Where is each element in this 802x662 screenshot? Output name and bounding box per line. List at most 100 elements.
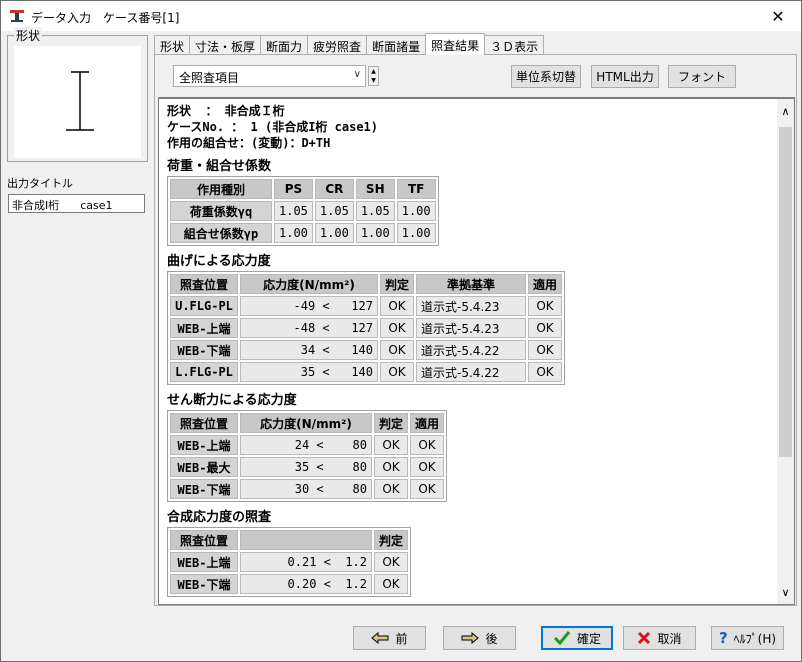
cell: 1.00 [396, 201, 436, 221]
table-row: WEB-上端 0.21 < 1.2 OK [170, 552, 409, 572]
header-shape: 形状 ： 非合成Ｉ桁 [167, 104, 285, 118]
cell: OK [528, 340, 563, 360]
cell: 1.00 [396, 223, 436, 243]
table-header-row: 照査位置 判定 [170, 530, 409, 550]
font-button[interactable]: フォント [668, 65, 736, 88]
scroll-up-icon[interactable]: ∧ [777, 105, 794, 118]
row-label: 組合せ係数γp [170, 223, 272, 243]
html-output-button[interactable]: HTML出力 [591, 65, 659, 88]
cell: 1.05 [355, 201, 395, 221]
tab-shape[interactable]: 形状 [154, 35, 191, 55]
cell: 34 < 140 [240, 340, 378, 360]
cell: 1.00 [355, 223, 395, 243]
load-factor-table: 作用種別 PS CR SH TF 荷重係数γq 1.05 1.05 1.05 1… [167, 176, 439, 246]
column-header: 判定 [380, 274, 415, 294]
cell: 1.00 [314, 223, 354, 243]
check-item-select-value: 全照査項目 [179, 71, 240, 85]
unit-switch-button[interactable]: 単位系切替 [511, 65, 581, 88]
cell: OK [374, 552, 409, 572]
table-row: WEB-下端 0.20 < 1.2 OK [170, 574, 409, 594]
shape-label: 形状 [14, 27, 43, 44]
cancel-button-label: 取消 [657, 631, 682, 646]
app-icon [10, 10, 24, 22]
cell: 1.05 [314, 201, 354, 221]
column-header: 判定 [374, 413, 409, 433]
spin-button[interactable]: ▲ ▼ [368, 66, 379, 86]
prev-button-label: 前 [395, 631, 408, 646]
row-label: L.FLG-PL [170, 362, 238, 382]
vertical-scrollbar[interactable]: ∧ ∨ [777, 99, 794, 604]
help-button[interactable]: ? ﾍﾙﾌﾟ(H) [711, 626, 784, 650]
x-mark-icon [638, 631, 651, 645]
output-title-field[interactable]: 非合成I桁 case1 [8, 194, 145, 213]
results-view[interactable]: 形状 ： 非合成Ｉ桁 ケースNo. ： 1 (非合成I桁 case1) 作用の組… [158, 97, 795, 605]
cell: -49 < 127 [240, 296, 378, 316]
help-icon: ? [718, 629, 728, 647]
dialog-window: データ入力 ケース番号[1] ✕ 形状 出力タイトル 非合成I桁 case1 形… [0, 0, 802, 662]
tab-section-properties[interactable]: 断面諸量 [366, 35, 427, 55]
column-header: 適用 [528, 274, 563, 294]
close-button[interactable]: ✕ [755, 1, 801, 31]
cell: 道示式-5.4.23 [416, 318, 527, 338]
column-header: 照査位置 [170, 274, 238, 294]
next-button-label: 後 [485, 631, 498, 646]
scroll-thumb[interactable] [779, 127, 792, 457]
hand-right-icon [461, 632, 480, 644]
cell: OK [380, 362, 415, 382]
check-results-panel: 全照査項目 ∨ ▲ ▼ 単位系切替 HTML出力 フォント 形状 ： 非合成Ｉ桁 … [154, 54, 797, 606]
column-header: PS [274, 179, 313, 199]
close-icon: ✕ [771, 6, 785, 26]
table-row: WEB-下端 34 < 140 OK 道示式-5.4.22 OK [170, 340, 563, 360]
cancel-button[interactable]: 取消 [623, 626, 696, 650]
cell: OK [528, 296, 563, 316]
row-label: WEB-上端 [170, 435, 238, 455]
header-combination: 作用の組合せ：(変動)：D+TH [167, 136, 331, 150]
column-header: TF [396, 179, 436, 199]
table-header-row: 作用種別 PS CR SH TF [170, 179, 436, 199]
cell: 0.21 < 1.2 [240, 552, 372, 572]
column-header [240, 530, 372, 550]
row-label: 荷重係数γq [170, 201, 272, 221]
chevron-down-icon: ∨ [353, 69, 361, 80]
column-header: 応力度(N/mm²) [240, 274, 378, 294]
output-title-label: 出力タイトル [7, 177, 73, 190]
cell: 1.00 [274, 223, 313, 243]
cell: 道示式-5.4.22 [416, 362, 527, 382]
check-item-select[interactable]: 全照査項目 ∨ [173, 65, 366, 87]
checkmark-icon [553, 631, 571, 646]
cell: OK [374, 479, 409, 499]
cell: OK [410, 479, 445, 499]
cell: 道示式-5.4.22 [416, 340, 527, 360]
column-header: 準拠基準 [416, 274, 527, 294]
tab-strip: 形状 寸法・板厚 断面力 疲労照査 断面諸量 照査結果 ３Ｄ表示 [154, 33, 545, 55]
cell: 0.20 < 1.2 [240, 574, 372, 594]
cell: OK [380, 318, 415, 338]
prev-button[interactable]: 前 [353, 626, 426, 650]
cell: OK [374, 435, 409, 455]
tab-fatigue-check[interactable]: 疲労照査 [307, 35, 368, 55]
table-row: WEB-最大 35 < 80 OK OK [170, 457, 445, 477]
tab-check-results[interactable]: 照査結果 [425, 33, 486, 55]
column-header: CR [314, 179, 354, 199]
confirm-button[interactable]: 確定 [541, 626, 613, 650]
shape-preview [14, 46, 141, 158]
tab-section-force[interactable]: 断面力 [260, 35, 309, 55]
column-header: 適用 [410, 413, 445, 433]
confirm-button-label: 確定 [576, 631, 601, 646]
cell: -48 < 127 [240, 318, 378, 338]
table-row: WEB-下端 30 < 80 OK OK [170, 479, 445, 499]
column-header: 照査位置 [170, 530, 238, 550]
table-header-row: 照査位置 応力度(N/mm²) 判定 準拠基準 適用 [170, 274, 563, 294]
tab-3d-view[interactable]: ３Ｄ表示 [484, 35, 545, 55]
column-header: 判定 [374, 530, 409, 550]
row-label: WEB-下端 [170, 574, 238, 594]
table-row: WEB-上端 -48 < 127 OK 道示式-5.4.23 OK [170, 318, 563, 338]
row-label: WEB-上端 [170, 552, 238, 572]
row-label: WEB-最大 [170, 457, 238, 477]
column-header: SH [355, 179, 395, 199]
next-button[interactable]: 後 [443, 626, 516, 650]
cell: 30 < 80 [240, 479, 372, 499]
scroll-down-icon[interactable]: ∨ [777, 586, 794, 599]
cell: OK [380, 296, 415, 316]
tab-dimensions[interactable]: 寸法・板厚 [189, 35, 262, 55]
